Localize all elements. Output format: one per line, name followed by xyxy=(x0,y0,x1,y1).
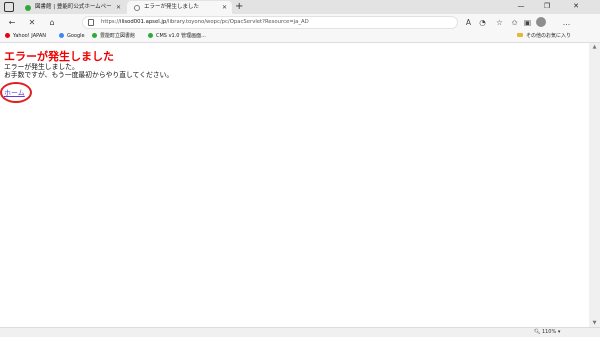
favorite-library[interactable]: 豊能町立図書館 xyxy=(92,31,135,42)
page-info-icon[interactable] xyxy=(88,19,94,26)
page-content: エラーが発生しました エラーが発生しました。 お手数ですが、もう一度最初からやり… xyxy=(0,43,588,327)
tab-error[interactable]: エラーが発生しました ✕ xyxy=(127,1,232,14)
scroll-up-icon[interactable]: ▲ xyxy=(589,43,600,51)
favorite-google[interactable]: Google xyxy=(59,31,85,42)
home-icon[interactable]: ⌂ xyxy=(46,17,58,28)
collections-icon[interactable]: ▣ xyxy=(522,17,533,28)
other-favorites[interactable]: その他のお気に入り xyxy=(517,31,571,42)
site-icon xyxy=(92,32,97,38)
tab-title: エラーが発生しました xyxy=(144,4,200,10)
tab-strip: 図書館 | 豊能町公式ホームページ ✕ エラーが発生しました ✕ + — ❐ ✕ xyxy=(0,0,600,14)
google-icon xyxy=(59,32,64,38)
vertical-scrollbar[interactable]: ▲ ▼ xyxy=(589,43,600,327)
back-icon[interactable]: ← xyxy=(6,17,18,28)
stop-icon[interactable]: ✕ xyxy=(26,17,38,28)
tab-close-icon[interactable]: ✕ xyxy=(222,1,227,14)
favorites-icon[interactable]: ✩ xyxy=(509,17,520,28)
address-bar[interactable]: https://ilisod001.apsel.jp/library.toyon… xyxy=(82,16,458,29)
profile-avatar[interactable] xyxy=(536,17,546,27)
globe-icon xyxy=(134,4,140,11)
error-message: エラーが発生しました。 xyxy=(4,63,79,71)
site-favicon-icon xyxy=(25,4,31,11)
status-bar: 🔍︎ 110% ▾ xyxy=(0,327,600,337)
folder-icon xyxy=(517,32,523,37)
tab-library[interactable]: 図書館 | 豊能町公式ホームページ ✕ xyxy=(18,1,126,14)
annotation-circle xyxy=(0,82,32,103)
browser-window: 図書館 | 豊能町公式ホームページ ✕ エラーが発生しました ✕ + — ❐ ✕… xyxy=(0,0,600,337)
favorite-yahoo[interactable]: Yahoo! JAPAN xyxy=(5,31,46,42)
tab-close-icon[interactable]: ✕ xyxy=(116,1,121,14)
more-menu-icon[interactable]: … xyxy=(561,17,572,28)
minimize-button[interactable]: — xyxy=(511,0,531,13)
chevron-down-icon: ▾ xyxy=(556,329,561,335)
new-tab-button[interactable]: + xyxy=(235,0,243,13)
navigation-bar: ← ✕ ⌂ https://ilisod001.apsel.jp/library… xyxy=(0,14,600,31)
tracking-icon[interactable]: ◔ xyxy=(477,17,488,28)
yahoo-icon xyxy=(5,32,10,38)
page-title: エラーが発生しました xyxy=(4,50,114,63)
tab-actions-icon[interactable] xyxy=(4,2,14,12)
url-text[interactable]: https://ilisod001.apsel.jp/library.toyon… xyxy=(101,17,309,28)
favorite-star-icon[interactable]: ☆ xyxy=(494,17,505,28)
tab-title: 図書館 | 豊能町公式ホームページ xyxy=(35,4,111,10)
scroll-down-icon[interactable]: ▼ xyxy=(589,319,600,327)
error-instruction: お手数ですが、もう一度最初からやり直してください。 xyxy=(4,71,174,79)
zoom-icon: 🔍︎ xyxy=(534,329,542,335)
favorite-cms[interactable]: CMS v1.0 管理画面... xyxy=(148,31,206,42)
site-icon xyxy=(148,32,153,38)
zoom-indicator[interactable]: 🔍︎ 110% ▾ xyxy=(534,328,560,337)
favorites-bar: Yahoo! JAPAN Google 豊能町立図書館 CMS v1.0 管理画… xyxy=(0,31,600,43)
close-window-button[interactable]: ✕ xyxy=(566,0,586,13)
maximize-button[interactable]: ❐ xyxy=(537,0,557,13)
read-aloud-icon[interactable]: A xyxy=(463,17,474,28)
